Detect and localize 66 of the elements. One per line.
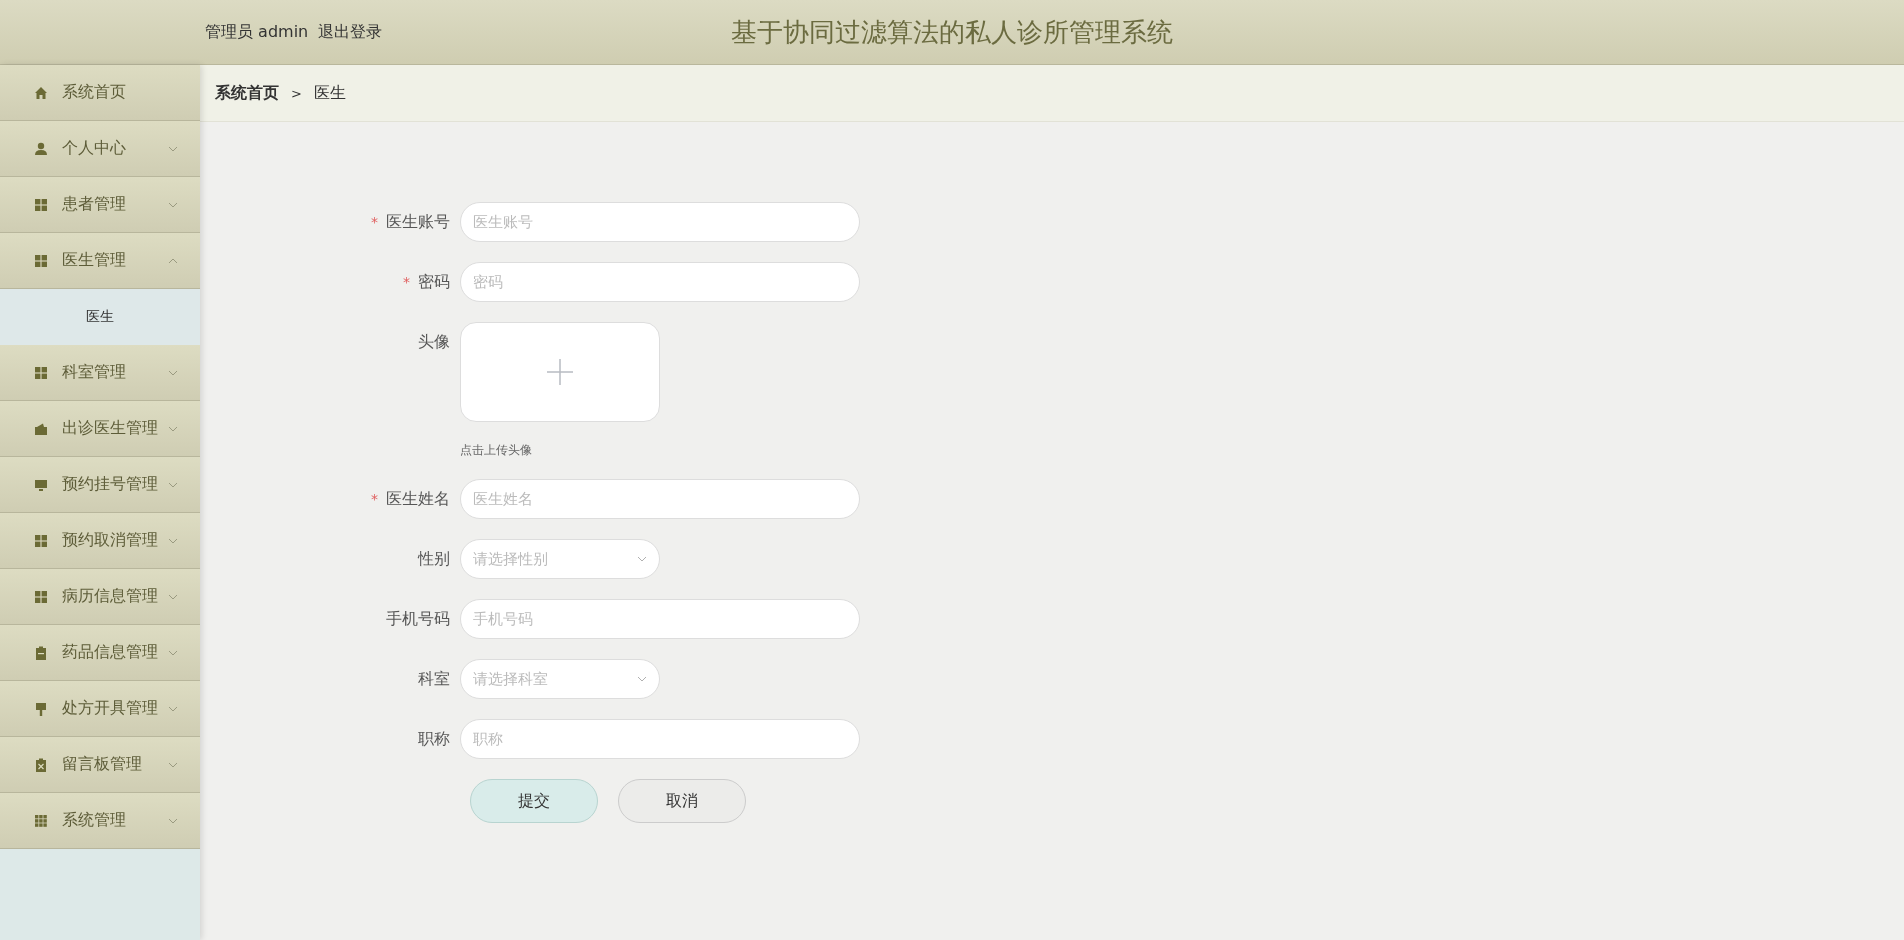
grid-icon [33, 252, 49, 269]
required-asterisk: * [370, 491, 378, 507]
upload-hint: 点击上传头像 [460, 442, 533, 459]
input-field[interactable]: 密码 [460, 262, 860, 302]
caret-icon [168, 705, 178, 712]
required-asterisk: * [370, 214, 378, 230]
home-icon [33, 84, 49, 101]
field-label: 科室 [418, 669, 450, 688]
brush-icon [33, 700, 49, 717]
sidebar-item[interactable]: 患者管理 [0, 177, 200, 233]
field-label: 职称 [418, 729, 450, 748]
admin-label: 管理员 admin [205, 21, 309, 43]
grid-icon [33, 532, 49, 549]
grid-icon [33, 196, 49, 213]
field-label: 医生账号 [386, 212, 450, 231]
sidebar-item[interactable]: 医生管理 [0, 233, 200, 289]
input-field[interactable]: 手机号码 [460, 599, 860, 639]
grid-icon [33, 364, 49, 381]
field-label: 密码 [418, 272, 450, 291]
clipboard-icon [33, 644, 49, 661]
user-icon [33, 140, 49, 157]
input-field[interactable]: 医生姓名 [460, 479, 860, 519]
required-asterisk: * [402, 274, 410, 290]
clipboard-x-icon [33, 756, 49, 773]
caret-icon [637, 676, 647, 682]
field-label: 性别 [418, 549, 450, 568]
submenu-item[interactable]: 医生 [0, 289, 200, 345]
sidebar-item[interactable]: 科室管理 [0, 345, 200, 401]
sidebar-item[interactable]: 留言板管理 [0, 737, 200, 793]
breadcrumb-item[interactable]: 系统首页 [215, 82, 279, 104]
logout-link[interactable]: 退出登录 [318, 21, 383, 43]
grid-icon [33, 588, 49, 605]
sidebar-item[interactable]: 系统首页 [0, 65, 200, 121]
caret-icon [637, 556, 647, 562]
sidebar-item[interactable]: 预约取消管理 [0, 513, 200, 569]
sidebar-item[interactable]: 预约挂号管理 [0, 457, 200, 513]
grid-icon [33, 812, 49, 829]
field-label: 医生姓名 [386, 489, 450, 508]
cancel-button[interactable]: 取消 [618, 779, 746, 823]
system-title: 基于协同过滤算法的私人诊所管理系统 [731, 15, 1173, 49]
caret-icon [168, 257, 178, 264]
upload-box[interactable] [460, 322, 660, 422]
caret-icon [168, 425, 178, 432]
sidebar-item[interactable]: 个人中心 [0, 121, 200, 177]
plus-icon [546, 358, 574, 386]
caret-icon [168, 201, 178, 208]
breadcrumb-separator: > [291, 85, 302, 101]
sidebar-item[interactable]: 出诊医生管理 [0, 401, 200, 457]
submit-button[interactable]: 提交 [470, 779, 598, 823]
sidebar-item[interactable]: 药品信息管理 [0, 625, 200, 681]
sidebar-item[interactable]: 处方开具管理 [0, 681, 200, 737]
caret-icon [168, 817, 178, 824]
sidebar-item[interactable]: 系统管理 [0, 793, 200, 849]
field-label: 头像 [418, 332, 450, 351]
caret-icon [168, 369, 178, 376]
caret-icon [168, 649, 178, 656]
input-field[interactable]: 职称 [460, 719, 860, 759]
caret-icon [168, 761, 178, 768]
field-label: 手机号码 [386, 609, 450, 628]
caret-icon [168, 145, 178, 152]
caret-icon [168, 593, 178, 600]
sidebar-item[interactable]: 病历信息管理 [0, 569, 200, 625]
caret-icon [168, 481, 178, 488]
input-field[interactable]: 医生账号 [460, 202, 860, 242]
breadcrumb-item: 医生 [313, 82, 346, 104]
caret-icon [168, 537, 178, 544]
